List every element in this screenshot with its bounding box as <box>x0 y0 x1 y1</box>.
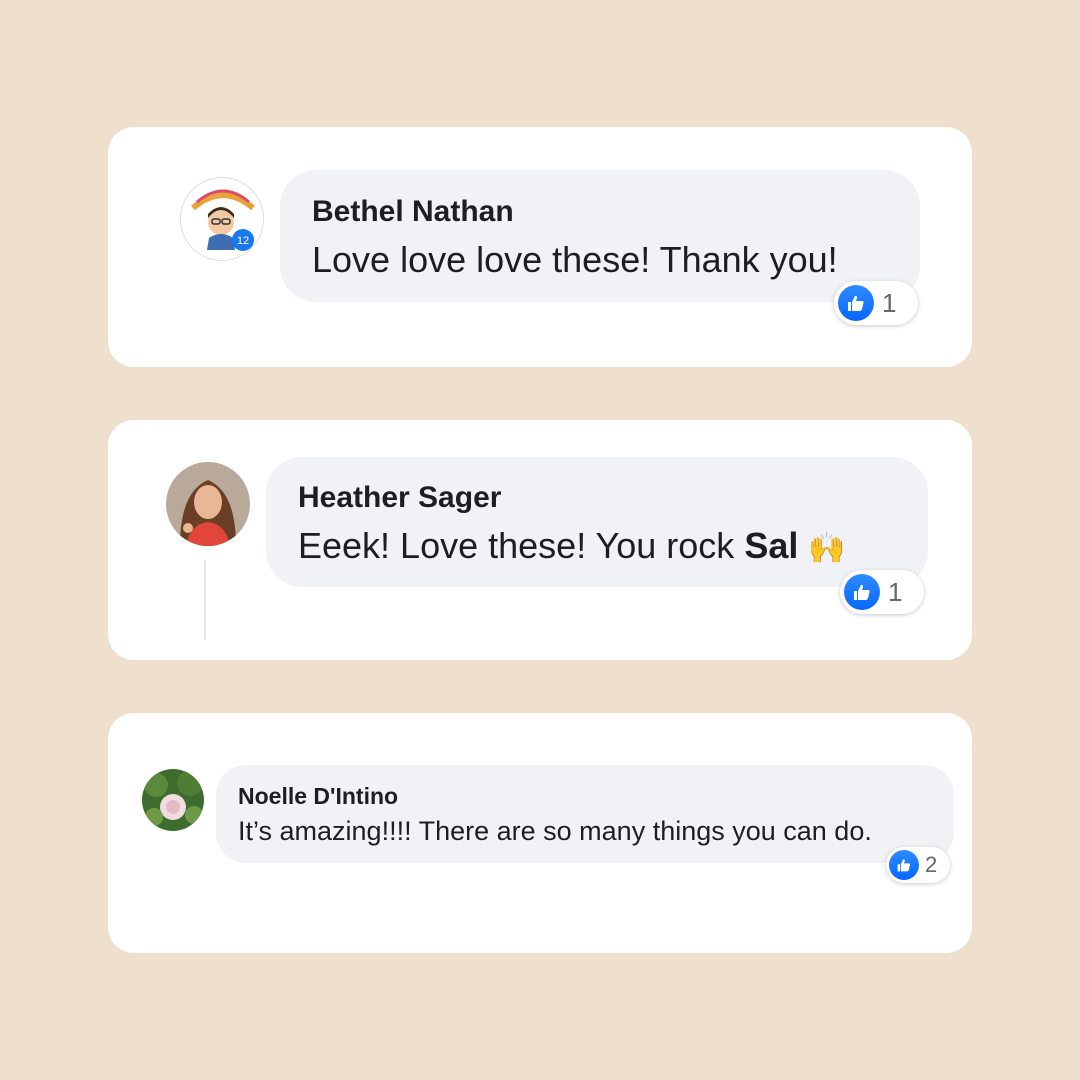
comment-card: Noelle D'Intino It’s amazing!!!! There a… <box>108 713 972 953</box>
avatar[interactable] <box>166 462 250 546</box>
reaction-badge[interactable]: 1 <box>840 570 924 614</box>
comment-text: It’s amazing!!!! There are so many thing… <box>238 816 872 846</box>
like-icon <box>889 850 919 880</box>
avatar-image: 12 <box>182 179 263 260</box>
reaction-count: 1 <box>888 576 903 607</box>
reaction-count: 1 <box>882 287 897 318</box>
comment-bubble[interactable] <box>216 765 954 863</box>
comment-text: Eeek! Love these! You rock Sal 🙌 <box>298 525 846 567</box>
comment-text: Love love love these! Thank you! <box>312 239 838 280</box>
reaction-badge[interactable]: 2 <box>886 847 950 883</box>
raising-hands-emoji: 🙌 <box>808 532 846 565</box>
avatar-image <box>142 769 204 831</box>
comment-card: 12 Bethel Nathan Love love love these! T… <box>108 127 972 367</box>
reaction-count: 2 <box>925 852 938 877</box>
thread-line <box>204 560 206 640</box>
avatar-image <box>166 462 250 546</box>
like-icon <box>844 574 880 610</box>
comment-bubble[interactable] <box>266 457 928 587</box>
comment-author[interactable]: Noelle D'Intino <box>238 783 398 810</box>
comment-author[interactable]: Heather Sager <box>298 481 501 515</box>
comment-text-body: Eeek! Love these! You rock <box>298 525 745 566</box>
avatar[interactable]: 12 <box>180 177 264 261</box>
like-icon <box>838 285 874 321</box>
avatar[interactable] <box>142 769 204 831</box>
mention-link[interactable]: Sal <box>744 525 798 566</box>
comment-card: Heather Sager Eeek! Love these! You rock… <box>108 420 972 660</box>
comment-bubble[interactable] <box>280 170 920 302</box>
comment-author[interactable]: Bethel Nathan <box>312 195 514 229</box>
svg-text:12: 12 <box>237 235 249 247</box>
reaction-badge[interactable]: 1 <box>834 281 918 325</box>
